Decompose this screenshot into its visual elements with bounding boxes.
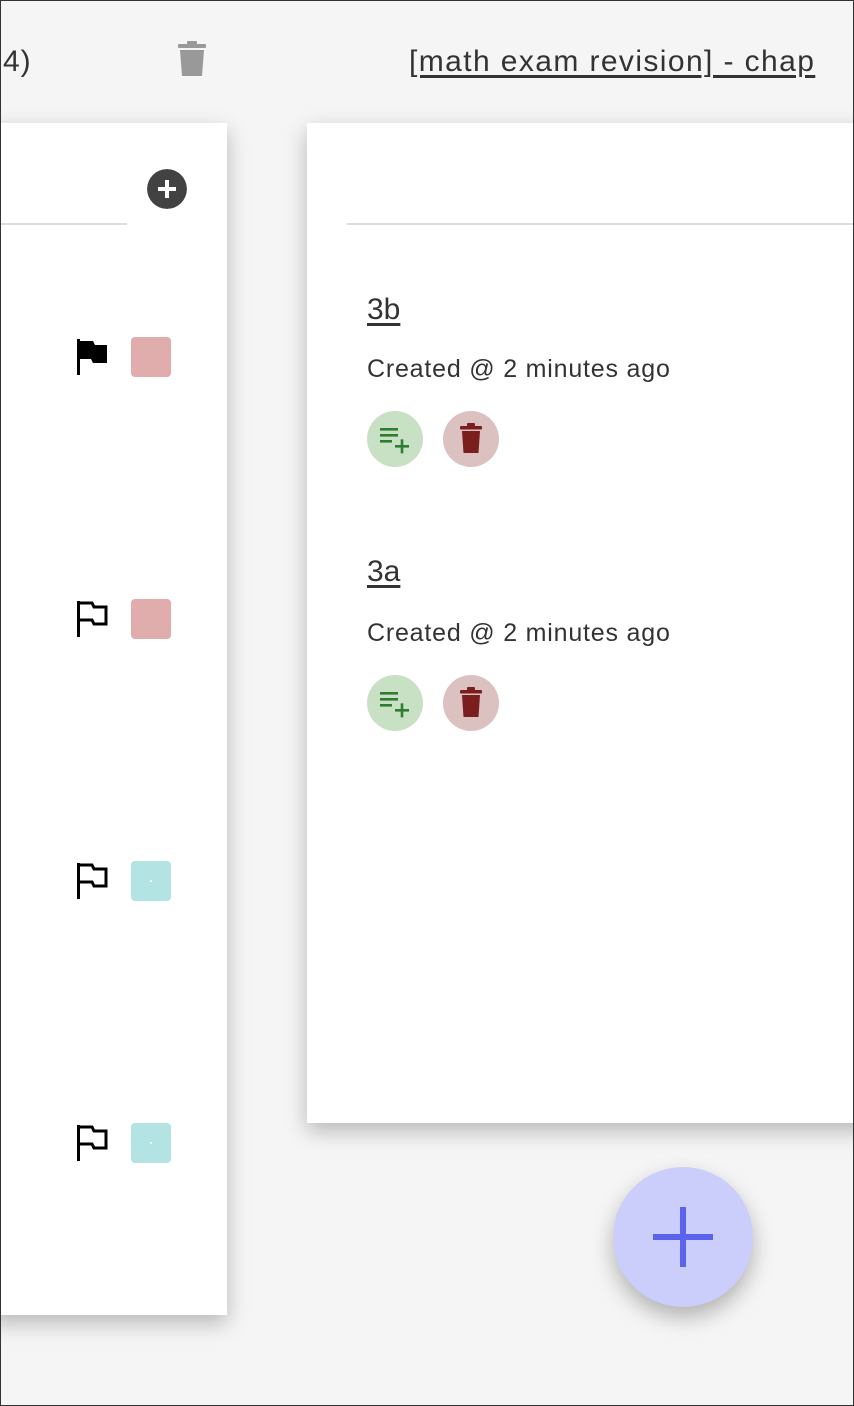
flag-outline-icon[interactable] [75,861,109,901]
panel-divider [1,223,127,225]
note-created: Created @ 2 minutes ago [367,355,671,383]
delete-icon [460,423,482,453]
delete-icon [460,687,482,717]
playlist-add-icon [380,428,409,454]
app-frame: 4) [math exam revision] - chap 3b Create… [0,0,854,1406]
header-left-text: 4) [3,45,32,78]
list-item[interactable] [75,861,171,901]
notes-panel: 3b Created @ 2 minutes ago 3a Created @ … [307,123,853,1123]
list-item[interactable] [75,1123,171,1163]
list-item[interactable] [75,337,171,377]
add-note-fab[interactable] [613,1167,753,1307]
note-item: 3b Created @ 2 minutes ago [367,293,670,467]
color-swatch[interactable] [131,861,171,901]
list-item[interactable] [75,599,171,639]
color-swatch[interactable] [131,1123,171,1163]
plus-icon [653,1207,713,1267]
trash-icon[interactable] [177,41,207,77]
add-circle-icon[interactable] [147,169,187,209]
playlist-add-icon [380,692,409,718]
flag-outline-icon[interactable] [75,599,109,639]
left-panel [1,123,227,1315]
note-title[interactable]: 3b [367,293,400,327]
note-created: Created @ 2 minutes ago [367,619,671,647]
color-swatch[interactable] [131,337,171,377]
note-item: 3a Created @ 2 minutes ago [367,555,670,731]
flag-filled-icon[interactable] [75,337,109,377]
delete-button[interactable] [443,411,499,467]
add-to-list-button[interactable] [367,675,423,731]
note-title[interactable]: 3a [367,555,400,589]
panel-divider [347,223,853,225]
board-title-link[interactable]: [math exam revision] - chap [409,45,815,79]
flag-outline-icon[interactable] [75,1123,109,1163]
delete-button[interactable] [443,675,499,731]
color-swatch[interactable] [131,599,171,639]
add-to-list-button[interactable] [367,411,423,467]
